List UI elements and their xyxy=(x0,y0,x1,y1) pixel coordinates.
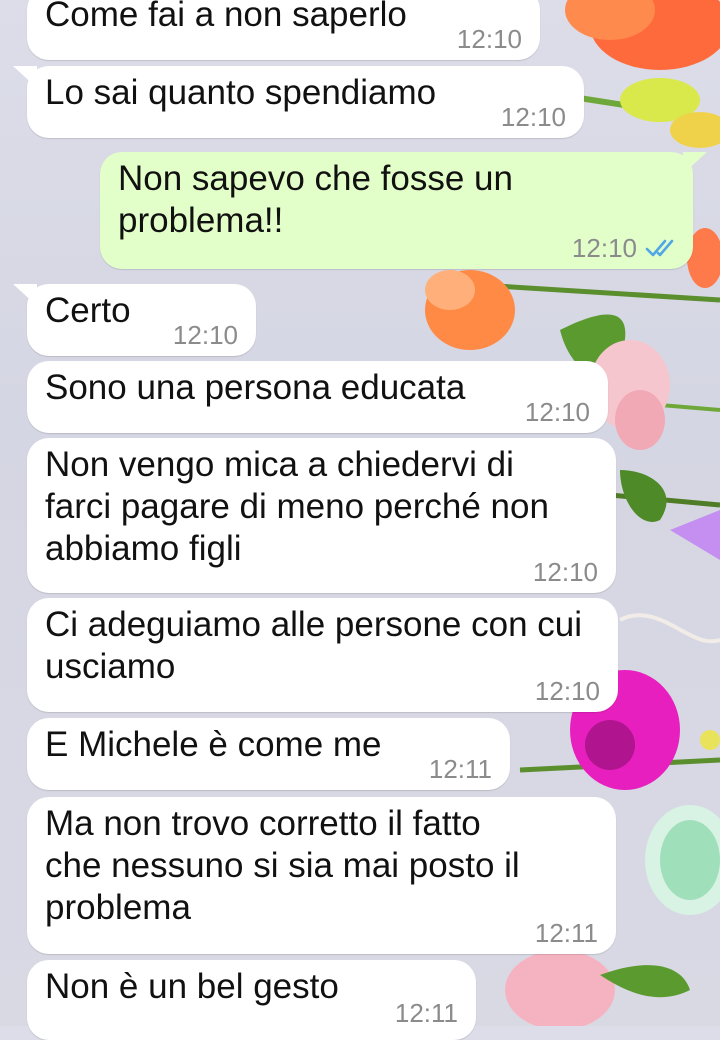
message-bubble[interactable]: E Michele è come me 12:11 xyxy=(27,718,510,790)
message-text: Ci adeguiamo alle persone con cui usciam… xyxy=(45,605,582,686)
message-bubble[interactable]: Certo 12:10 xyxy=(13,284,256,356)
message-time: 12:10 xyxy=(532,557,598,587)
bubble-tail-icon xyxy=(13,284,37,306)
message-bubble[interactable]: Lo sai quanto spendiamo 12:10 xyxy=(13,66,584,138)
message-time: 12:10 xyxy=(571,233,637,263)
message-text: Sono una persona educata xyxy=(45,368,466,407)
message-time: 12:10 xyxy=(534,676,600,706)
chat-thread: Come fai a non saperlo 12:10 Lo sai quan… xyxy=(0,0,720,1040)
message-time: 12:11 xyxy=(428,754,492,784)
message-time: 12:10 xyxy=(456,24,522,54)
message-text: Ma non trovo corretto il fatto che nessu… xyxy=(45,804,520,927)
message-time: 12:11 xyxy=(394,998,458,1028)
bubble-tail-icon xyxy=(683,152,707,174)
bubble-tail-icon xyxy=(13,66,37,88)
message-text: E Michele è come me xyxy=(45,725,382,764)
message-bubble[interactable]: Non è un bel gesto 12:11 xyxy=(27,960,476,1040)
message-bubble[interactable]: Ci adeguiamo alle persone con cui usciam… xyxy=(27,598,618,712)
message-bubble-outgoing[interactable]: Non sapevo che fosse un problema!! 12:10 xyxy=(100,152,707,269)
message-time: 12:11 xyxy=(534,918,598,948)
message-text: Lo sai quanto spendiamo xyxy=(45,73,437,112)
message-bubble[interactable]: Sono una persona educata 12:10 xyxy=(27,361,608,433)
message-time: 12:10 xyxy=(524,397,590,427)
message-bubble[interactable]: Ma non trovo corretto il fatto che nessu… xyxy=(27,797,616,954)
message-text: Non vengo mica a chiedervi di farci paga… xyxy=(45,445,549,568)
message-time: 12:10 xyxy=(500,102,566,132)
double-check-read-icon xyxy=(645,239,674,257)
message-bubble[interactable]: Non vengo mica a chiedervi di farci paga… xyxy=(27,438,616,593)
message-bubble[interactable]: Come fai a non saperlo 12:10 xyxy=(27,0,540,60)
message-time: 12:10 xyxy=(172,320,238,350)
message-text: Non sapevo che fosse un problema!! xyxy=(118,159,513,240)
message-text: Come fai a non saperlo xyxy=(45,0,407,34)
